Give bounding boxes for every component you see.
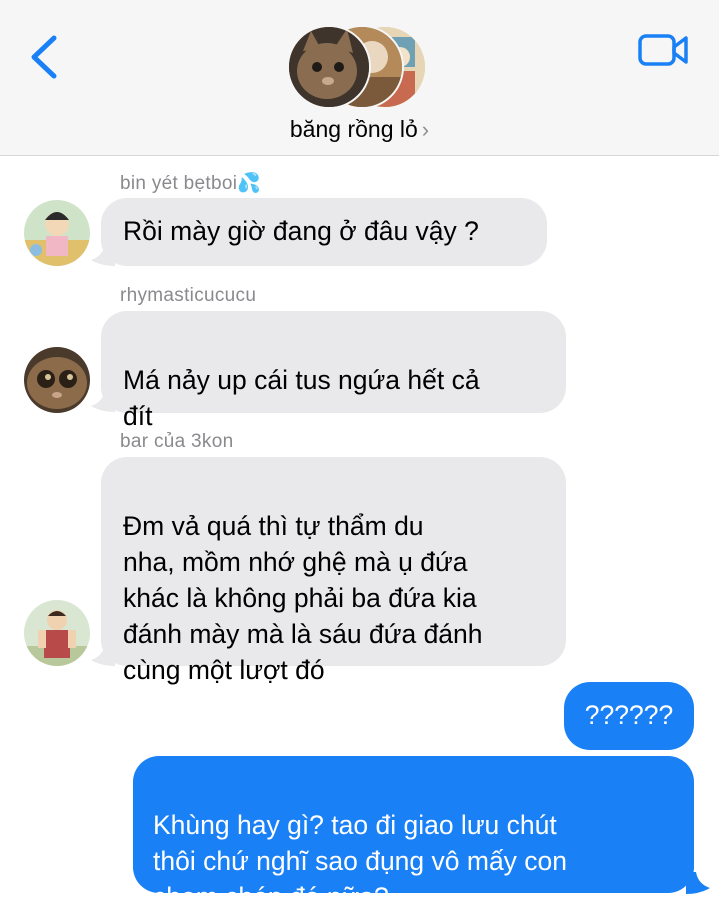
video-call-button[interactable] [636, 30, 692, 70]
group-avatars[interactable] [287, 25, 437, 109]
message-text: Khùng hay gì? tao đi giao lưu chút thôi … [153, 810, 568, 912]
message-text: Má nảy up cái tus ngứa hết cả đít [123, 365, 480, 431]
group-name-button[interactable]: băng rồng lỏ › [0, 116, 719, 143]
back-button[interactable] [22, 30, 66, 84]
sender-avatar [24, 200, 90, 266]
message-bubble[interactable]: Đm vả quá thì tự thẩm du nha, mồm nhớ gh… [101, 457, 566, 685]
sender-name: bar của 3kon [120, 431, 234, 452]
sender-avatar [24, 600, 90, 666]
message-bubble-outgoing[interactable]: Khùng hay gì? tao đi giao lưu chút thôi … [133, 756, 694, 912]
chevron-right-icon: › [421, 117, 430, 142]
message-text: Rồi mày giờ đang ở đâu vậy ? [123, 216, 479, 246]
sender-name: rhymasticucucu [120, 285, 257, 306]
chevron-left-icon [31, 35, 57, 79]
sender-name: bin yét bẹtboi💦 [120, 173, 262, 194]
conversation-header: băng rồng lỏ › [0, 0, 719, 156]
video-camera-icon [638, 34, 688, 66]
group-avatar-1 [287, 25, 371, 109]
message-text: ?????? [584, 700, 674, 730]
sender-avatar [24, 347, 90, 413]
message-bubble[interactable]: Má nảy up cái tus ngứa hết cả đít [101, 311, 566, 431]
group-name: băng rồng lỏ [289, 116, 418, 142]
message-text: Đm vả quá thì tự thẩm du nha, mồm nhớ gh… [123, 511, 483, 685]
message-bubble[interactable]: Rồi mày giờ đang ở đâu vậy ? [101, 198, 547, 266]
message-bubble-outgoing[interactable]: ?????? [564, 682, 694, 750]
